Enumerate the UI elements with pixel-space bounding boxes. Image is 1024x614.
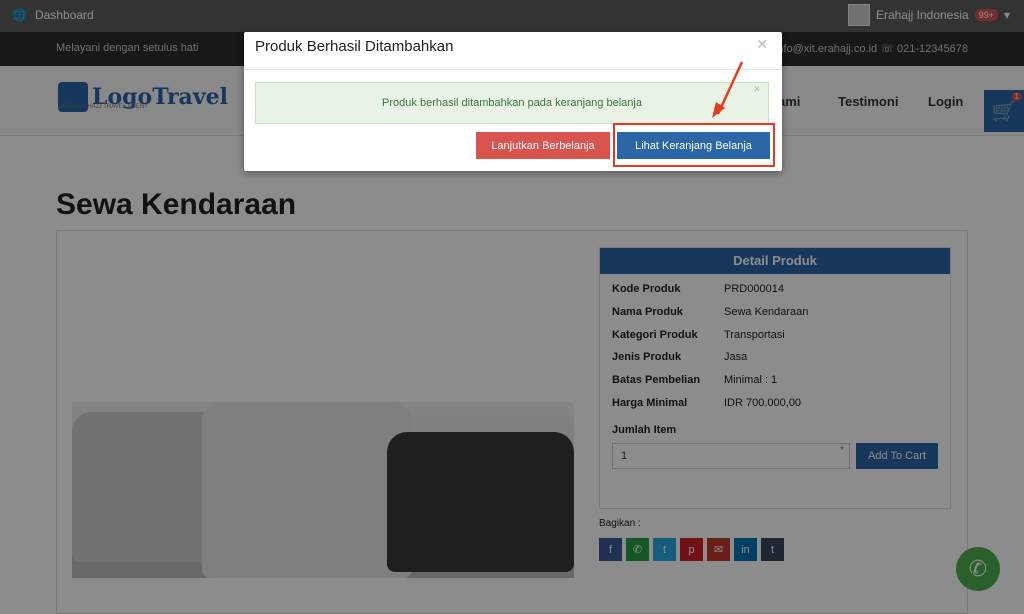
modal-title: Produk Berhasil Ditambahkan	[255, 38, 454, 55]
continue-shopping-button[interactable]: Lanjutkan Berbelanja	[476, 132, 610, 159]
success-alert: Produk berhasil ditambahkan pada keranja…	[255, 82, 769, 124]
annotation-highlight	[613, 123, 775, 167]
alert-close-icon[interactable]: ×	[754, 83, 760, 97]
alert-message: Produk berhasil ditambahkan pada keranja…	[382, 97, 642, 109]
close-icon[interactable]: ✕	[756, 36, 768, 53]
annotation-arrow	[712, 61, 744, 118]
divider	[244, 69, 782, 70]
